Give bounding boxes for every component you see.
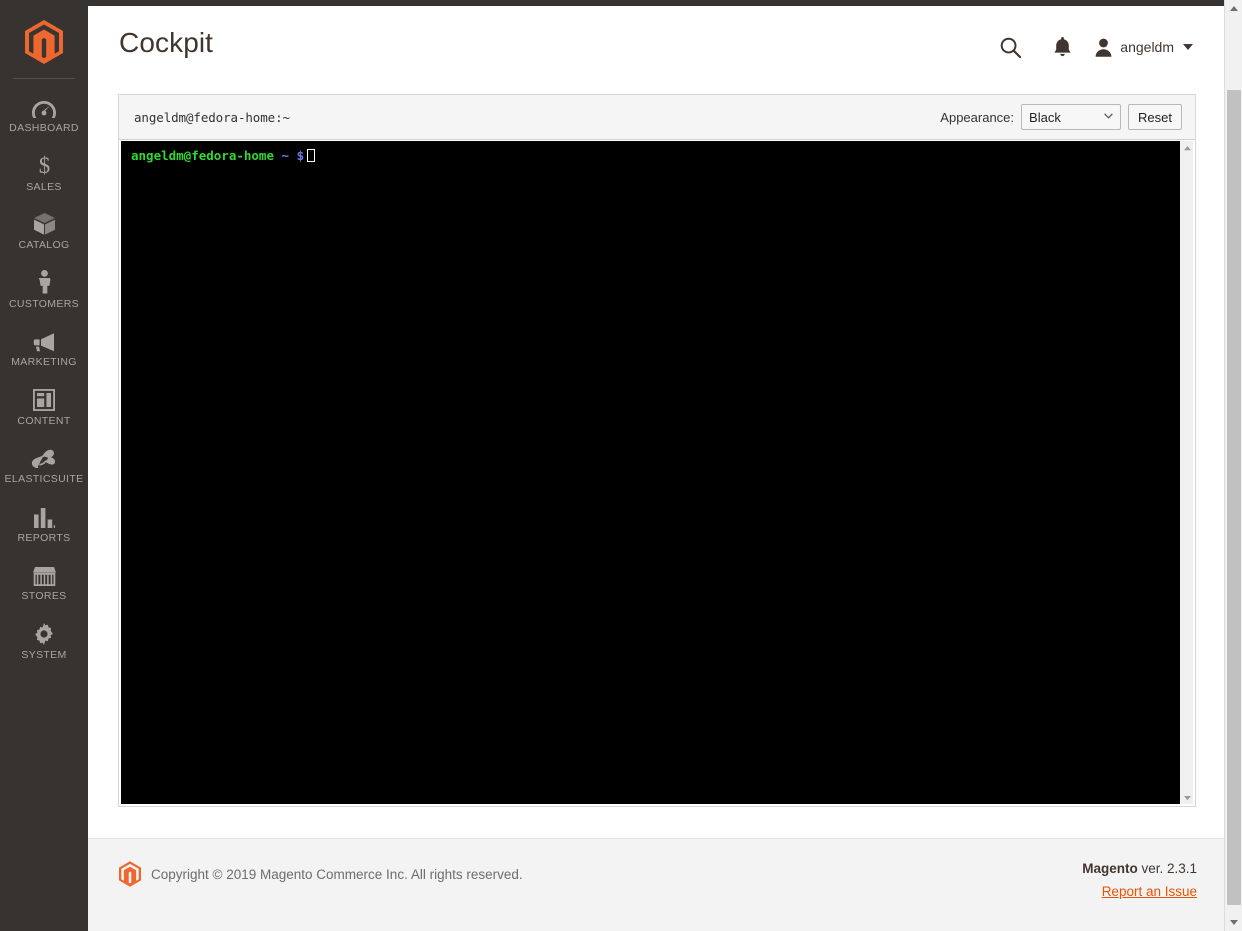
sidebar-item-label: DASHBOARD <box>9 122 79 134</box>
dashboard-icon <box>29 94 59 118</box>
sidebar-item-reports[interactable]: REPORTS <box>0 495 88 554</box>
page-title: Cockpit <box>119 27 214 58</box>
sidebar-item-dashboard[interactable]: DASHBOARD <box>0 85 88 144</box>
box-icon <box>29 211 59 235</box>
browser-scroll-down-icon[interactable] <box>1225 914 1242 931</box>
sidebar-item-catalog[interactable]: CATALOG <box>0 202 88 261</box>
appearance-select-wrapper: BlackWhiteLight grayDark gray <box>1021 104 1122 130</box>
sidebar-logo[interactable] <box>0 6 88 78</box>
user-avatar-icon <box>1095 38 1112 57</box>
search-icon <box>1000 37 1021 58</box>
dollar-icon: $ <box>29 153 59 177</box>
scroll-up-arrow-icon[interactable] <box>1180 141 1193 154</box>
appearance-label: Appearance: <box>940 109 1015 125</box>
sidebar-item-marketing[interactable]: MARKETING <box>0 319 88 378</box>
terminal-panel: angeldm@fedora-home:~ Appearance: BlackW… <box>118 94 1196 807</box>
sidebar-item-sales[interactable]: $ SALES <box>0 144 88 203</box>
sidebar-item-label: STORES <box>21 590 67 602</box>
svg-text:$: $ <box>38 153 50 177</box>
bar-chart-icon <box>29 504 59 528</box>
bell-icon <box>1054 37 1071 57</box>
terminal-screen-area[interactable]: angeldm@fedora-home ~ $ <box>121 141 1193 804</box>
terminal-scrollbar[interactable] <box>1179 141 1193 804</box>
sidebar-item-label: SYSTEM <box>21 648 67 661</box>
search-button[interactable] <box>984 30 1036 64</box>
notifications-button[interactable] <box>1036 30 1088 64</box>
sidebar-item-elasticsuite[interactable]: ELASTICSUITE <box>0 436 88 495</box>
report-issue-link[interactable]: Report an Issue <box>1082 884 1197 899</box>
page-footer: Copyright © 2019 Magento Commerce Inc. A… <box>88 838 1234 931</box>
username-label: angeldm <box>1120 39 1174 55</box>
terminal-toolbar-right: Appearance: BlackWhiteLight grayDark gra… <box>940 104 1182 130</box>
footer-version-block: Magento ver. 2.3.1 Report an Issue <box>1082 861 1197 899</box>
sidebar-item-stores[interactable]: STORES <box>0 553 88 612</box>
terminal-output[interactable]: angeldm@fedora-home ~ $ <box>121 141 1179 804</box>
sidebar-item-system[interactable]: SYSTEM <box>0 612 88 671</box>
sidebar-item-label: SALES <box>26 180 62 193</box>
scroll-down-arrow-icon[interactable] <box>1180 791 1193 804</box>
prompt-path: ~ <box>281 148 290 163</box>
browser-scroll-thumb[interactable] <box>1227 90 1241 905</box>
terminal-window-title: angeldm@fedora-home:~ <box>134 109 290 125</box>
rabbit-icon <box>29 445 59 469</box>
storefront-icon <box>29 562 59 586</box>
terminal-prompt-line: angeldm@fedora-home ~ $ <box>131 148 1179 164</box>
sidebar-item-label: ELASTICSUITE <box>4 473 84 485</box>
sidebar-divider <box>13 78 75 79</box>
prompt-symbol: $ <box>296 148 305 163</box>
brand-name: Magento <box>1082 861 1138 876</box>
caret-down-icon <box>1183 44 1193 50</box>
gear-icon <box>29 621 59 645</box>
magento-logo-icon <box>25 20 63 64</box>
copyright-text: Copyright © 2019 Magento Commerce Inc. A… <box>151 866 523 882</box>
terminal-cursor <box>307 149 316 162</box>
sidebar-item-label: REPORTS <box>17 531 71 544</box>
sidebar-item-label: CATALOG <box>18 239 70 251</box>
person-icon <box>29 269 59 294</box>
sidebar-item-label: CUSTOMERS <box>8 297 80 310</box>
appearance-select[interactable]: BlackWhiteLight grayDark gray <box>1021 104 1122 130</box>
sidebar-item-content[interactable]: CONTENT <box>0 378 88 437</box>
browser-scroll-up-icon[interactable] <box>1225 0 1242 17</box>
sidebar-item-label: CONTENT <box>17 414 71 427</box>
header-actions: angeldm <box>984 30 1195 64</box>
footer-copyright-block: Copyright © 2019 Magento Commerce Inc. A… <box>119 861 523 887</box>
megaphone-icon <box>29 328 59 352</box>
layout-icon <box>29 387 59 411</box>
main-content: angeldm@fedora-home:~ Appearance: BlackW… <box>88 82 1234 826</box>
magento-logo-icon <box>119 861 141 887</box>
user-menu[interactable]: angeldm <box>1092 34 1195 61</box>
reset-button[interactable]: Reset <box>1128 104 1182 130</box>
main-sidebar: DASHBOARD $ SALES CATALOG CUSTOMERS MARK… <box>0 6 88 931</box>
sidebar-item-label: MARKETING <box>11 356 77 368</box>
page-header: Cockpit angeldm <box>88 6 1234 82</box>
sidebar-item-customers[interactable]: CUSTOMERS <box>0 261 88 320</box>
browser-scrollbar[interactable] <box>1224 0 1242 931</box>
terminal-toolbar: angeldm@fedora-home:~ Appearance: BlackW… <box>119 95 1195 140</box>
admin-page: DASHBOARD $ SALES CATALOG CUSTOMERS MARK… <box>0 0 1242 931</box>
prompt-user-host: angeldm@fedora-home <box>131 148 274 163</box>
version-text: ver. 2.3.1 <box>1137 861 1197 876</box>
version-line: Magento ver. 2.3.1 <box>1082 861 1197 876</box>
